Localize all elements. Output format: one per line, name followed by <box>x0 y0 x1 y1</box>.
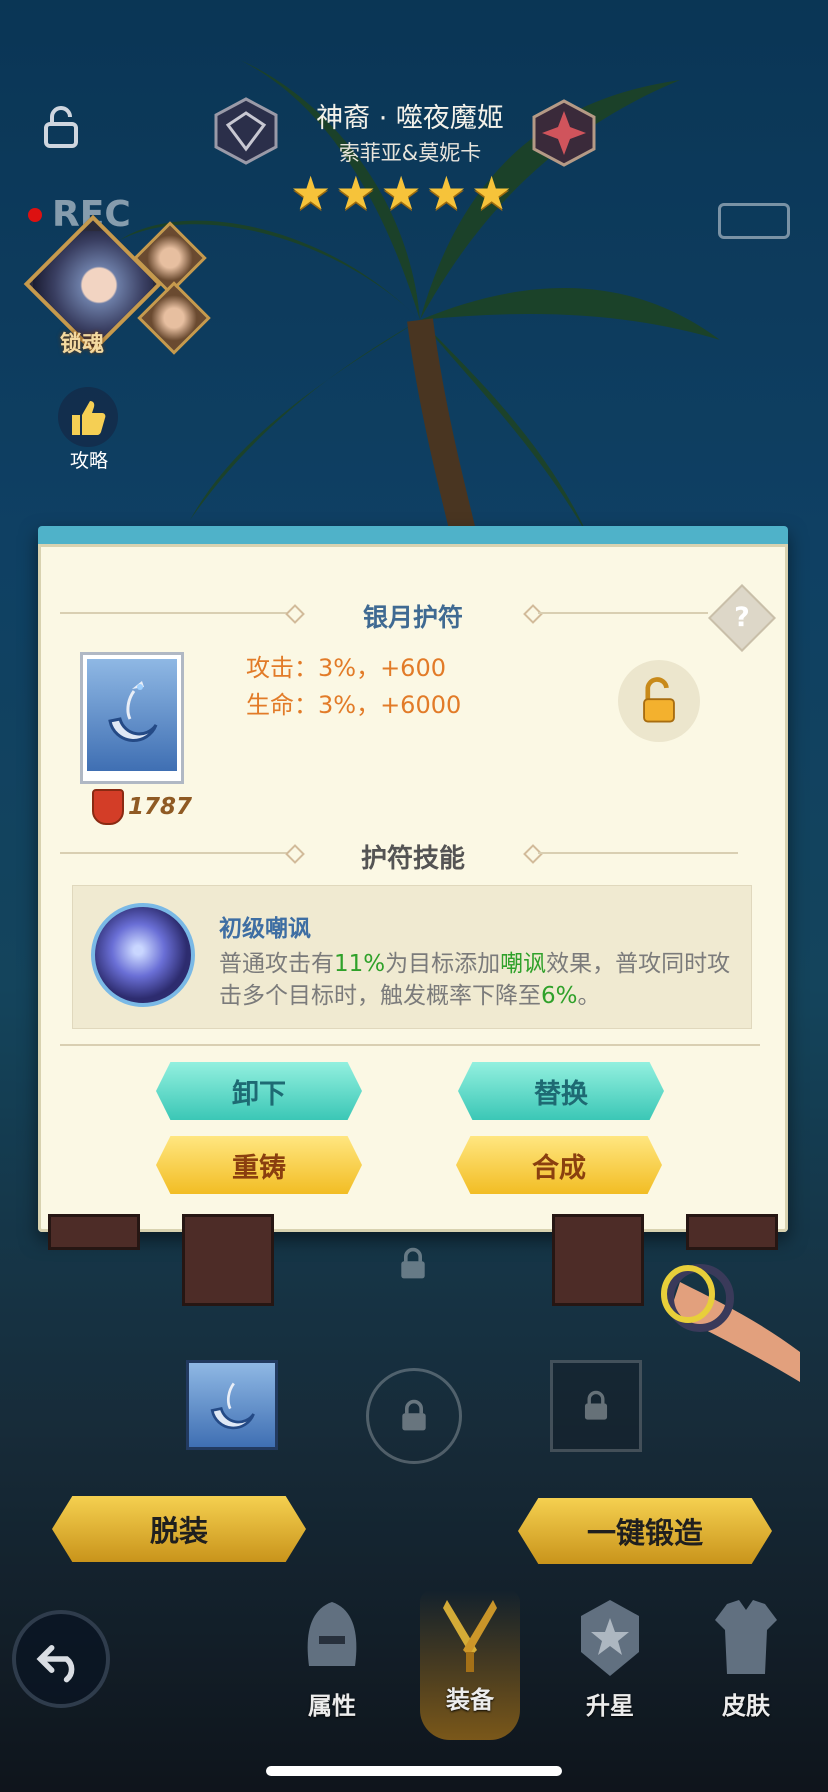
star-badge-icon <box>581 1600 639 1676</box>
tab-label: 装备 <box>446 1686 494 1714</box>
taunt-skill-icon <box>91 903 195 1007</box>
tab-star-up[interactable]: 升星 <box>560 1596 660 1746</box>
lock-soul-label[interactable]: 锁魂 <box>60 326 104 358</box>
star-icon: ★ <box>335 166 377 220</box>
rec-dot-icon <box>28 208 42 222</box>
star-icon: ★ <box>425 166 467 220</box>
star-icon: ★ <box>380 166 422 220</box>
hero-arm-background <box>661 1264 800 1382</box>
amulet-item-slot <box>80 652 184 784</box>
tab-equipment[interactable]: 装备 <box>420 1590 520 1740</box>
power-value: 1787 <box>128 794 193 820</box>
star-icon: ★ <box>471 166 513 220</box>
locked-slot-right <box>550 1360 642 1452</box>
power-score: 1787 <box>92 789 192 825</box>
weapons-icon <box>443 1600 497 1672</box>
equipment-slot-ring[interactable] <box>552 1214 644 1306</box>
tab-label: 皮肤 <box>722 1692 770 1720</box>
back-arrow-icon <box>36 1645 75 1683</box>
tab-label: 属性 <box>308 1692 356 1720</box>
thumbs-up-icon <box>72 401 106 435</box>
one-click-forge-button[interactable]: 一键锻造 <box>518 1498 772 1564</box>
hero-title: 神裔 · 噬夜魔姬 <box>316 103 504 134</box>
tab-attributes[interactable]: 属性 <box>282 1596 382 1746</box>
stat-attack: 攻击：3%，+600 <box>246 654 446 682</box>
recast-button[interactable]: 重铸 <box>156 1136 362 1194</box>
skill-description: 普通攻击有11%为目标添加嘲讽效果，普攻同时攻击多个目标时，触发概率下降至6%。 <box>219 951 731 1009</box>
battery-icon <box>718 203 790 239</box>
replace-button[interactable]: 替换 <box>458 1062 664 1120</box>
power-shield-icon <box>92 789 124 825</box>
lock-icon <box>584 1390 608 1420</box>
divider <box>538 612 708 614</box>
equipment-slot-boots[interactable] <box>686 1214 778 1250</box>
class-emblem-icon <box>532 99 596 167</box>
strip-equipment-button[interactable]: 脱装 <box>52 1496 306 1562</box>
skill-section-title: 护符技能 <box>360 844 465 874</box>
locked-slot-center <box>346 1214 480 1314</box>
helmet-icon <box>307 1602 357 1666</box>
silver-moon-amulet-icon <box>108 681 158 742</box>
divider <box>60 1044 760 1046</box>
guide-label: 攻略 <box>69 450 108 472</box>
tab-skin[interactable]: 皮肤 <box>696 1596 796 1746</box>
item-name: 银月护符 <box>362 603 463 632</box>
lock-icon[interactable] <box>38 104 84 150</box>
armor-icon <box>715 1600 777 1674</box>
amulet-slot-equipped[interactable] <box>186 1360 278 1450</box>
combine-button[interactable]: 合成 <box>456 1136 662 1194</box>
silver-moon-amulet-icon <box>210 1382 255 1430</box>
locked-slot-round <box>366 1368 462 1464</box>
equipment-slot-weapon[interactable] <box>48 1214 140 1250</box>
back-button[interactable] <box>12 1610 110 1708</box>
hero-subtitle: 索菲亚&莫妮卡 <box>338 141 482 165</box>
unlocked-padlock-icon <box>643 677 675 723</box>
lock-icon <box>401 1247 425 1279</box>
lock-toggle-button[interactable] <box>618 660 700 742</box>
stat-hp: 生命：3%，+6000 <box>246 691 462 719</box>
star-icon: ★ <box>290 166 332 220</box>
amulet-detail-dialog: 银月护符 ? 攻击：3%，+600 生命：3%，+6000 1787 护符技能 … <box>38 526 788 1232</box>
unequip-button[interactable]: 卸下 <box>156 1062 362 1120</box>
help-button[interactable]: ? <box>708 584 776 652</box>
guide-button[interactable] <box>58 387 118 447</box>
question-icon: ? <box>734 602 750 633</box>
faction-emblem-icon <box>214 97 278 165</box>
equipment-slot-armor[interactable] <box>182 1214 274 1306</box>
skill-name: 初级嘲讽 <box>219 916 311 942</box>
tab-label: 升星 <box>586 1692 634 1720</box>
divider <box>538 852 738 854</box>
skill-panel: 初级嘲讽 普通攻击有11%为目标添加嘲讽效果，普攻同时攻击多个目标时，触发概率下… <box>72 885 752 1029</box>
home-indicator <box>266 1766 562 1776</box>
star-rating: ★ ★ ★ ★ ★ <box>290 170 540 220</box>
lock-icon <box>402 1399 426 1431</box>
